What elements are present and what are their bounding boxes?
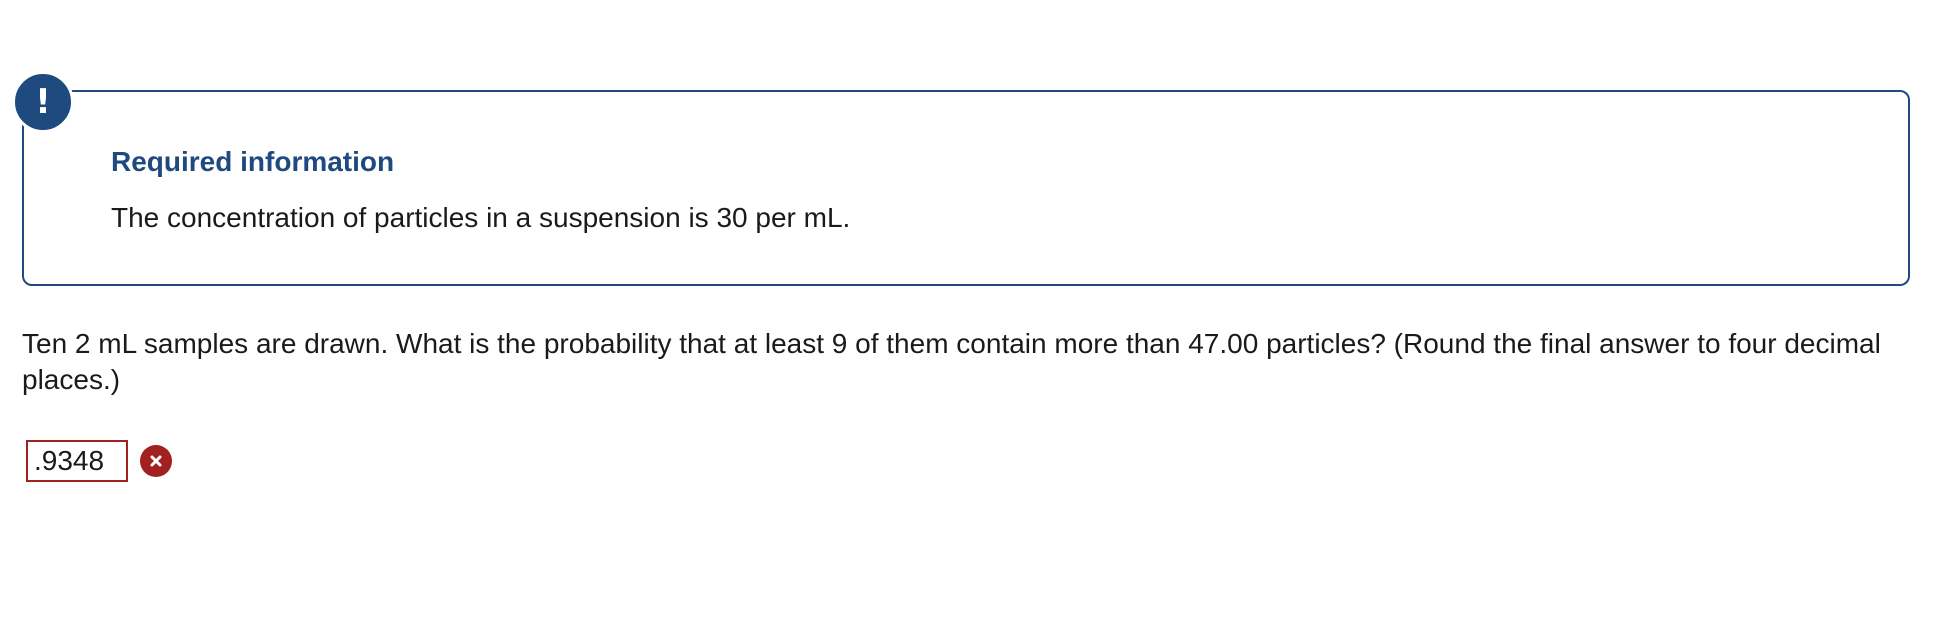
x-circle-icon: [140, 445, 172, 477]
x-mark-icon: [150, 455, 162, 467]
required-information-text: The concentration of particles in a susp…: [111, 202, 851, 233]
answer-row: [26, 440, 172, 482]
answer-input[interactable]: [26, 440, 128, 482]
exclamation-icon: !: [12, 71, 74, 133]
required-information-panel: Required information The concentration o…: [22, 90, 1910, 286]
required-information-title: Required information: [111, 146, 395, 177]
question-text: Ten 2 mL samples are drawn. What is the …: [22, 328, 1881, 395]
